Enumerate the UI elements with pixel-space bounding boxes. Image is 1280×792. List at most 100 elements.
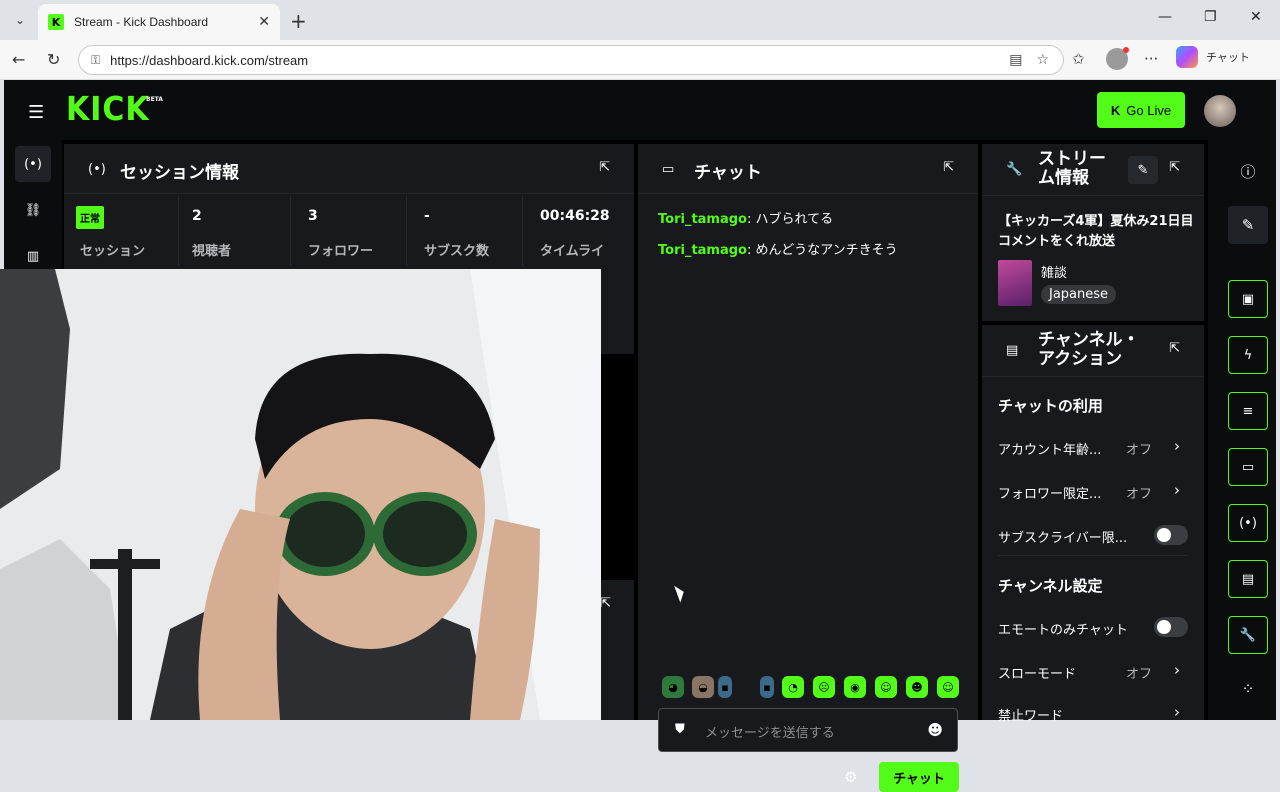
emote-icon[interactable]: ◔: [782, 676, 804, 698]
back-icon[interactable]: ←: [12, 50, 25, 69]
shield-icon[interactable]: ⛊: [675, 722, 685, 737]
edit-pencil-icon[interactable]: ✎: [1128, 156, 1158, 184]
popout-icon[interactable]: ⇱: [1169, 341, 1180, 356]
setting-value: オフ: [1125, 443, 1152, 458]
stat-followers: 3 フォロワー: [292, 196, 407, 266]
list-icon[interactable]: ≡: [1228, 392, 1268, 430]
status-badge: 正常: [76, 206, 104, 229]
setting-row-account-age[interactable]: アカウント年齢... オフ ›: [998, 435, 1188, 459]
setting-row-slow-mode[interactable]: スローモード オフ ›: [998, 659, 1188, 683]
favorites-icon[interactable]: ✩: [1072, 50, 1085, 68]
subscribers-only-toggle[interactable]: [1154, 525, 1188, 545]
emote-icon[interactable]: ☺: [937, 676, 959, 698]
emote-icon[interactable]: ◉: [844, 676, 866, 698]
stream-info-header: 🔧 ストリー ム情報 ✎ ⇱: [982, 144, 1204, 196]
hamburger-menu-icon[interactable]: ☰: [28, 102, 44, 123]
kick-logo[interactable]: KICK: [66, 90, 150, 129]
webcam-image: [0, 269, 601, 720]
popout-icon[interactable]: ⇱: [600, 596, 611, 611]
popout-icon[interactable]: ⇱: [1169, 160, 1180, 175]
lightning-icon[interactable]: ϟ: [1228, 336, 1268, 374]
emote-only-toggle[interactable]: [1154, 617, 1188, 637]
panel-fragment: [600, 276, 634, 326]
go-live-label: Go Live: [1126, 102, 1172, 118]
stat-label: 視聴者: [192, 244, 232, 259]
channel-actions-title-line2: アクション: [1038, 349, 1123, 369]
chat-bubble-icon: ▭: [662, 162, 675, 177]
emote-icon[interactable]: ◕: [662, 676, 684, 698]
edit-pencil-icon[interactable]: ✎: [1228, 206, 1268, 244]
stat-viewers: 2 視聴者: [176, 196, 291, 266]
stat-value: 2: [192, 208, 202, 224]
stat-label: サブスク数: [424, 244, 490, 259]
chat-panel-icon[interactable]: ▭: [1228, 448, 1268, 486]
chat-input[interactable]: ⛊ メッセージを送信する ☻: [658, 708, 958, 752]
toggle-knob: [1157, 528, 1171, 542]
broadcast-icon[interactable]: (•): [1228, 504, 1268, 542]
setting-label: サブスクライバー限...: [998, 531, 1128, 546]
stream-title: 【キッカーズ4軍】夏休み21日目コメントをくれ放送: [998, 214, 1194, 249]
setting-label: フォロワー限定...: [998, 487, 1102, 502]
wrench-icon: 🔧: [1006, 162, 1023, 177]
emote-icon[interactable]: ◒: [692, 676, 714, 698]
tab-list-chevron-icon[interactable]: ⌄: [8, 8, 32, 32]
restore-icon[interactable]: ❐: [1204, 9, 1217, 25]
category-name[interactable]: 雑談: [1041, 262, 1067, 281]
stream-broadcast-icon[interactable]: (•): [15, 146, 51, 182]
more-menu-icon[interactable]: ···: [1144, 50, 1158, 68]
setting-row-followers-only[interactable]: フォロワー限定... オフ ›: [998, 479, 1188, 503]
favorite-star-icon[interactable]: ☆: [1036, 52, 1049, 68]
emote-icon[interactable]: ☹: [813, 676, 835, 698]
info-icon[interactable]: ⓘ: [1228, 152, 1268, 190]
category-thumbnail[interactable]: [998, 260, 1032, 306]
chat-title: チャット: [694, 163, 762, 183]
setting-row-banned-words[interactable]: 禁止ワード ›: [998, 701, 1188, 725]
setting-label: 禁止ワード: [998, 709, 1064, 724]
copilot-button[interactable]: チャット: [1176, 46, 1250, 68]
close-tab-icon[interactable]: ✕: [258, 14, 270, 30]
more-modules-icon[interactable]: ⁘: [1228, 670, 1268, 708]
url-text[interactable]: https://dashboard.kick.com/stream: [110, 53, 1009, 68]
stat-value: 00:46:28: [540, 208, 610, 224]
chat-message: Tori_tamago: めんどうなアンチきそう: [658, 243, 898, 258]
notification-dot: [1123, 47, 1129, 53]
media-panel-icon[interactable]: ▣: [1228, 280, 1268, 318]
chat-username[interactable]: Tori_tamago: [658, 212, 747, 227]
popout-icon[interactable]: ⇱: [599, 160, 610, 175]
chat-username[interactable]: Tori_tamago: [658, 243, 747, 258]
chat-settings-gear-icon[interactable]: ⚙: [844, 768, 857, 786]
emote-icon[interactable]: ☺: [875, 676, 897, 698]
browser-tab[interactable]: K Stream - Kick Dashboard ✕: [38, 4, 280, 40]
session-panel-header: (•) セッション情報 ⇱: [64, 144, 634, 194]
panel-fragment-lower: ⇱: [600, 580, 634, 720]
go-live-button[interactable]: K Go Live: [1097, 92, 1185, 128]
emoji-icon[interactable]: ☻: [927, 721, 943, 739]
setting-label: スローモード: [998, 667, 1077, 682]
stream-info-title-line1: ストリー: [1038, 149, 1106, 169]
reload-icon[interactable]: ↻: [47, 50, 60, 69]
emote-icon[interactable]: ▪: [760, 676, 774, 698]
emote-icon[interactable]: ☻: [906, 676, 928, 698]
kick-favicon-icon: K: [48, 14, 64, 30]
chat-text: ハブられてる: [755, 212, 834, 227]
emote-icon[interactable]: ▪: [718, 676, 732, 698]
minimize-icon[interactable]: —: [1158, 9, 1172, 25]
chat-text: めんどうなアンチきそう: [755, 243, 898, 258]
stat-value: 3: [308, 208, 318, 224]
setting-value: オフ: [1125, 667, 1152, 682]
setting-row-emote-only: エモートのみチャット: [998, 615, 1188, 639]
channel-actions-panel: ▤ チャンネル・ アクション ⇱ チャットの利用 アカウント年齢... オフ ›…: [982, 325, 1204, 724]
new-tab-icon[interactable]: +: [290, 9, 307, 33]
session-title: セッション情報: [120, 163, 239, 183]
popout-icon[interactable]: ⇱: [943, 160, 954, 175]
address-bar[interactable]: ⚿ https://dashboard.kick.com/stream ▤ ☆: [78, 45, 1064, 75]
reader-mode-icon[interactable]: ▤: [1009, 52, 1022, 68]
wrench-icon[interactable]: 🔧: [1228, 616, 1268, 654]
channel-actions-icon[interactable]: ▤: [1228, 560, 1268, 598]
setting-label: アカウント年齢...: [998, 443, 1102, 458]
link-icon[interactable]: ⛓: [15, 192, 51, 228]
site-info-icon[interactable]: ⚿: [91, 53, 100, 68]
close-window-icon[interactable]: ✕: [1250, 9, 1262, 25]
user-avatar[interactable]: [1204, 95, 1236, 127]
chat-send-button[interactable]: チャット: [879, 762, 959, 792]
